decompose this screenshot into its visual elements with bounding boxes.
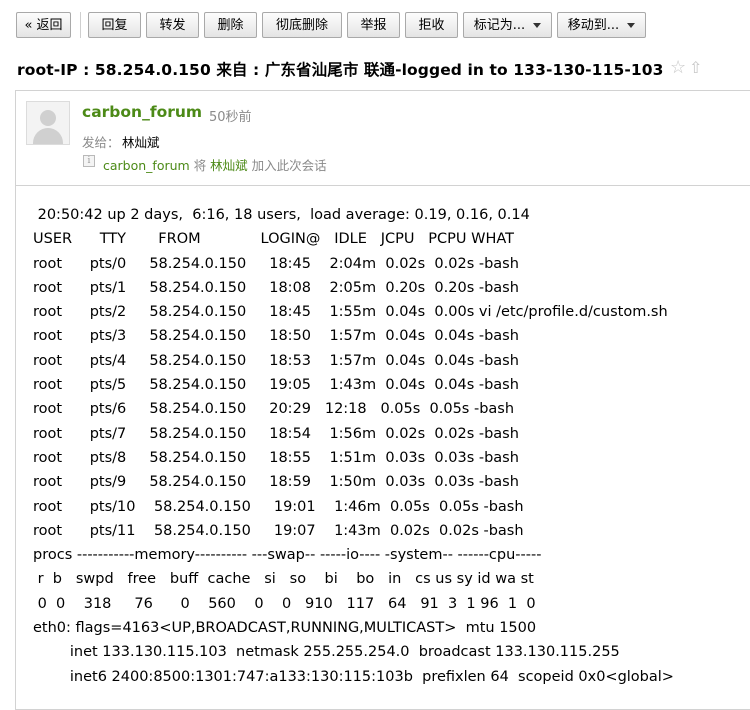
- body-line: root pts/11 58.254.0.150 19:07 1:43m 0.0…: [33, 522, 524, 539]
- mail-body: 20:50:42 up 2 days, 6:16, 18 users, load…: [33, 203, 674, 689]
- move-to-label: 移动到...: [567, 18, 620, 33]
- delete-button[interactable]: 删除: [204, 12, 257, 38]
- body-line: root pts/10 58.254.0.150 19:01 1:46m 0.0…: [33, 498, 524, 515]
- recipient-name[interactable]: 林灿斌: [122, 132, 160, 151]
- body-line: USER TTY FROM LOGIN@ IDLE JCPU PCPU WHAT: [33, 231, 515, 248]
- conversation-recipient-link[interactable]: 林灿斌: [210, 158, 248, 173]
- move-to-dropdown[interactable]: 移动到...: [557, 12, 646, 38]
- chevron-down-icon: [533, 23, 542, 28]
- body-line: inet 133.130.115.103 netmask 255.255.254…: [33, 644, 620, 661]
- mail-subject: root-IP : 58.254.0.150 来自 : 广东省汕尾市 联通-lo…: [17, 61, 664, 79]
- mark-as-dropdown[interactable]: 标记为...: [463, 12, 552, 38]
- body-line: 0 0 318 76 0 560 0 0 910 117 64 91 3 1 9…: [33, 595, 536, 612]
- chevron-down-icon: [627, 23, 636, 28]
- body-line: root pts/1 58.254.0.150 18:08 2:05m 0.20…: [33, 279, 519, 296]
- body-line: root pts/4 58.254.0.150 18:53 1:57m 0.04…: [33, 352, 519, 369]
- avatar[interactable]: [26, 101, 70, 145]
- back-button[interactable]: « 返回: [16, 12, 71, 38]
- body-line: r b swpd free buff cache si so bi bo in …: [33, 571, 534, 588]
- recipient-label: 发给：: [82, 135, 120, 150]
- reply-button[interactable]: 回复: [88, 12, 141, 38]
- mark-as-label: 标记为...: [473, 18, 526, 33]
- sent-time: 50秒前: [209, 110, 252, 125]
- forward-button[interactable]: 转发: [146, 12, 199, 38]
- body-line: inet6 2400:8500:1301:747:a133:130:115:10…: [33, 668, 674, 685]
- body-line: eth0: flags=4163<UP,BROADCAST,RUNNING,MU…: [33, 620, 537, 637]
- body-line: root pts/6 58.254.0.150 20:29 12:18 0.05…: [33, 401, 515, 418]
- body-line: procs -----------memory---------- ---swa…: [33, 547, 542, 564]
- body-line: root pts/5 58.254.0.150 19:05 1:43m 0.04…: [33, 377, 519, 394]
- star-icon[interactable]: ☆: [670, 57, 686, 78]
- avatar-head-shape: [40, 110, 56, 126]
- conversation-sender-link[interactable]: carbon_forum: [103, 158, 190, 173]
- info-icon: i: [83, 155, 95, 167]
- body-line: root pts/9 58.254.0.150 18:59 1:50m 0.03…: [33, 474, 519, 491]
- sender-name[interactable]: carbon_forum: [82, 103, 202, 121]
- body-line: root pts/0 58.254.0.150 18:45 2:04m 0.02…: [33, 255, 519, 272]
- conversation-tail-text: 加入此次会话: [247, 158, 327, 173]
- conversation-note: carbon_forum 将 林灿斌 加入此次会话: [103, 155, 327, 174]
- body-line: root pts/3 58.254.0.150 18:50 1:57m 0.04…: [33, 328, 519, 345]
- body-line: root pts/7 58.254.0.150 18:54 1:56m 0.02…: [33, 425, 519, 442]
- conversation-mid-text: 将: [189, 158, 211, 173]
- reject-button[interactable]: 拒收: [405, 12, 458, 38]
- body-line: root pts/8 58.254.0.150 18:55 1:51m 0.03…: [33, 449, 519, 466]
- delete-forever-button[interactable]: 彻底删除: [262, 12, 342, 38]
- body-line: 20:50:42 up 2 days, 6:16, 18 users, load…: [33, 207, 530, 223]
- toolbar: « 返回 回复 转发 删除 彻底删除 举报 拒收 标记为... 移动到...: [0, 0, 750, 50]
- toolbar-divider: [80, 12, 81, 38]
- share-icon[interactable]: ⇧: [689, 58, 702, 77]
- report-button[interactable]: 举报: [347, 12, 400, 38]
- avatar-body-shape: [33, 128, 63, 144]
- body-line: root pts/2 58.254.0.150 18:45 1:55m 0.04…: [33, 304, 668, 321]
